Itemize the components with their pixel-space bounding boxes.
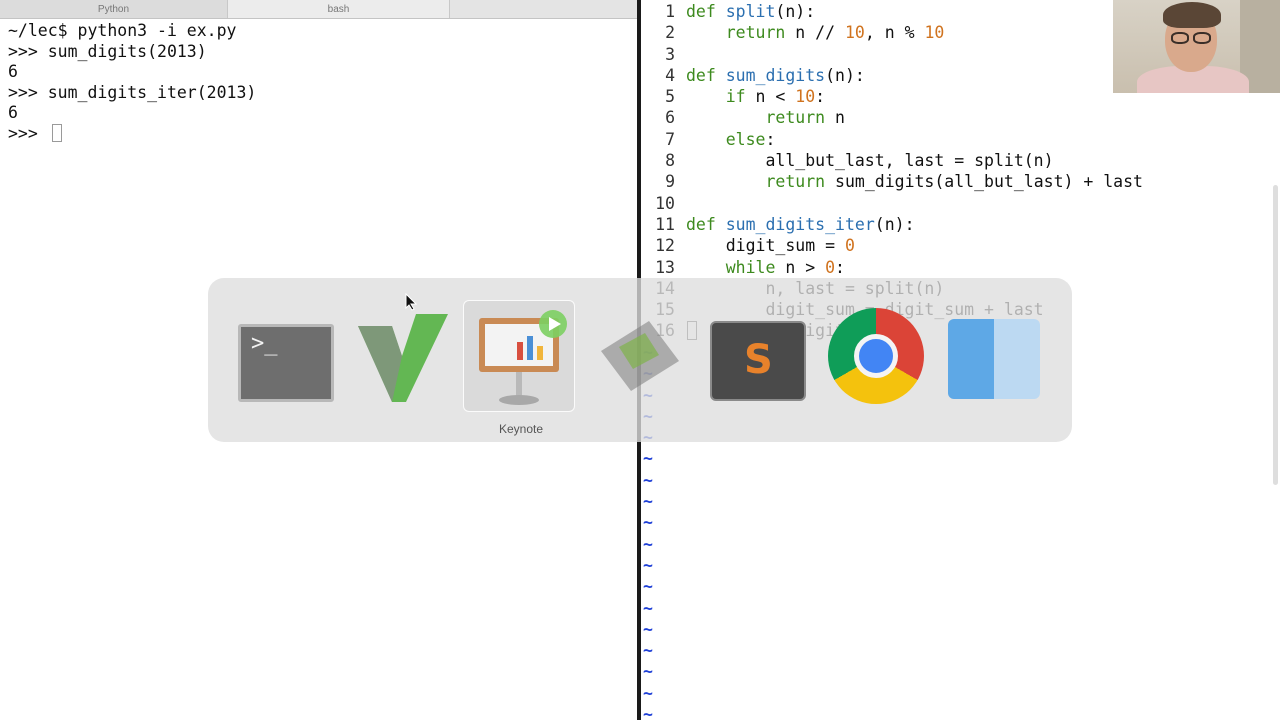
- app-screen-recorder[interactable]: [583, 300, 695, 412]
- code-text: return n // 10, n % 10: [725, 23, 945, 43]
- empty-line-tilde: ~: [643, 555, 653, 575]
- code-text: return sum_digits(all_but_last) + last: [765, 172, 1143, 192]
- code-line[interactable]: 7 else:: [641, 129, 1280, 150]
- line-number: 9: [665, 172, 675, 192]
- code-text: if n < 10:: [725, 87, 826, 107]
- line-number: 13: [655, 257, 675, 277]
- keynote-icon: [479, 310, 567, 405]
- terminal-tab-bar: Python bash: [0, 0, 638, 19]
- empty-line-tilde: ~: [643, 513, 653, 533]
- code-line[interactable]: 11 def sum_digits_iter(n):: [641, 214, 1280, 235]
- empty-line-tilde: ~: [643, 683, 653, 703]
- app-finder[interactable]: [938, 300, 1050, 412]
- terminal-output: ~/lec$ python3 -i ex.py >>> sum_digits(2…: [8, 21, 256, 145]
- app-keynote[interactable]: [463, 300, 575, 412]
- terminal-prompt-line[interactable]: >>>: [8, 123, 256, 145]
- terminal-line: ~/lec$ python3 -i ex.py: [8, 21, 237, 40]
- terminal-icon: >_: [238, 324, 334, 402]
- empty-line-tilde: ~: [643, 449, 653, 469]
- code-line[interactable]: 8 all_but_last, last = split(n): [641, 150, 1280, 171]
- empty-line-tilde: ~: [643, 470, 653, 490]
- terminal-line: 6: [8, 62, 18, 82]
- webcam-video: [1113, 0, 1280, 93]
- code-text: def split(n):: [686, 2, 816, 21]
- terminal-cursor: [51, 123, 62, 142]
- code-text: def sum_digits(n):: [686, 65, 865, 85]
- line-number: 7: [665, 129, 675, 149]
- empty-line-tilde: ~: [643, 577, 653, 597]
- vim-icon: [358, 314, 448, 402]
- empty-line-tilde: ~: [643, 662, 653, 682]
- app-terminal[interactable]: >_: [230, 300, 342, 412]
- line-number: 3: [665, 44, 675, 64]
- line-number: 2: [665, 23, 675, 43]
- code-text: else:: [725, 129, 776, 149]
- terminal-prompt: >>>: [8, 123, 48, 143]
- app-switcher: >_ S Keynote: [208, 278, 1072, 442]
- editor-scrollbar[interactable]: [1273, 185, 1278, 485]
- line-number: 4: [665, 65, 675, 85]
- selected-app-label: Keynote: [498, 422, 544, 436]
- empty-line-tilde: ~: [643, 598, 653, 618]
- line-number: 1: [665, 2, 675, 21]
- code-text: while n > 0:: [725, 257, 845, 277]
- empty-line-tilde: ~: [643, 705, 653, 720]
- empty-line-tilde: ~: [643, 619, 653, 639]
- code-line[interactable]: 10: [641, 193, 1280, 214]
- code-text: all_but_last, last = split(n): [686, 151, 1054, 171]
- code-line[interactable]: 9 return sum_digits(all_but_last) + last: [641, 171, 1280, 192]
- terminal-line: 6: [8, 103, 18, 123]
- terminal-line: >>> sum_digits(2013): [8, 41, 207, 61]
- finder-icon: [948, 319, 1040, 399]
- code-line[interactable]: 13 while n > 0:: [641, 257, 1280, 278]
- code-line[interactable]: 6 return n: [641, 107, 1280, 128]
- line-number: 10: [655, 193, 675, 213]
- tab-empty[interactable]: [450, 0, 638, 18]
- code-text: digit_sum = 0: [686, 236, 855, 256]
- tab-bash[interactable]: bash: [228, 0, 450, 18]
- app-macvim[interactable]: [346, 300, 458, 412]
- line-number: 11: [655, 214, 675, 234]
- line-number: 6: [665, 108, 675, 128]
- code-line[interactable]: 12 digit_sum = 0: [641, 235, 1280, 256]
- empty-line-tilde: ~: [643, 534, 653, 554]
- line-number: 5: [665, 87, 675, 107]
- code-text: def sum_digits_iter(n):: [686, 214, 915, 234]
- sublime-icon: S: [710, 321, 806, 401]
- line-number: 8: [665, 151, 675, 171]
- film-icon: [601, 321, 679, 391]
- chrome-icon: [828, 308, 924, 404]
- tab-python[interactable]: Python: [0, 0, 228, 18]
- empty-line-tilde: ~: [643, 492, 653, 512]
- app-google-chrome[interactable]: [820, 300, 932, 412]
- app-sublime-text[interactable]: S: [702, 300, 814, 412]
- terminal-line: >>> sum_digits_iter(2013): [8, 82, 257, 102]
- empty-line-tilde: ~: [643, 641, 653, 661]
- code-text: return n: [765, 108, 845, 128]
- mouse-pointer-icon: [405, 293, 417, 311]
- line-number: 12: [655, 236, 675, 256]
